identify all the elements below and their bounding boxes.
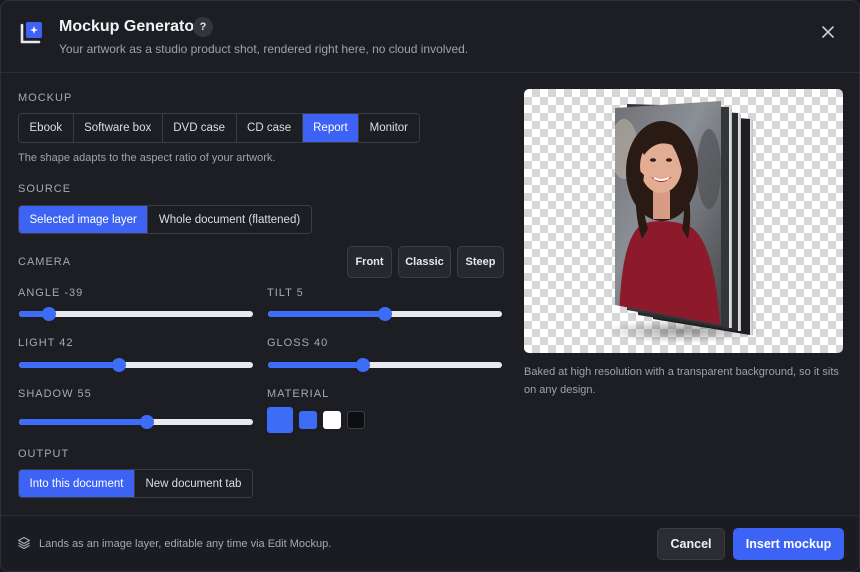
tilt-slider-fill	[268, 311, 385, 317]
output-option-new-tab[interactable]: New document tab	[134, 470, 252, 497]
gloss-slider-fill	[268, 362, 363, 368]
dialog-header: Mockup Generator ? Your artwork as a stu…	[1, 1, 859, 73]
mockup-frame-icon	[20, 22, 42, 44]
mockup-option-monitor[interactable]: Monitor	[359, 114, 419, 142]
material-swatch-black[interactable]	[347, 411, 365, 429]
close-icon	[822, 26, 834, 38]
light-slider-thumb[interactable]	[112, 358, 126, 372]
camera-section-label: CAMERA	[18, 256, 72, 268]
artwork-photo	[615, 101, 721, 325]
layers-icon	[17, 536, 31, 550]
mockup-section-label: MOCKUP	[18, 92, 73, 104]
light-slider[interactable]	[19, 357, 253, 373]
source-option-selected-layer[interactable]: Selected image layer	[19, 206, 149, 233]
output-option-this-document[interactable]: Into this document	[19, 470, 135, 497]
footer-note: Lands as an image layer, editable any ti…	[39, 538, 332, 550]
mockup-hint: The shape adapts to the aspect ratio of …	[18, 152, 276, 164]
material-swatch-selected[interactable]	[267, 407, 293, 433]
cancel-button[interactable]: Cancel	[657, 528, 725, 560]
material-label: MATERIAL	[267, 388, 330, 400]
gloss-slider[interactable]	[268, 357, 502, 373]
report-page-edge-1	[729, 107, 732, 328]
mockup-option-report[interactable]: Report	[302, 114, 360, 142]
report-page-edge-2	[738, 113, 741, 331]
mockup-preview	[524, 89, 843, 353]
mockup-option-dvd-case[interactable]: DVD case	[162, 114, 237, 142]
mockup-option-ebook[interactable]: Ebook	[19, 114, 74, 142]
report-page-edge-3	[750, 119, 753, 335]
close-button[interactable]	[817, 21, 839, 43]
material-swatch-blue[interactable]	[299, 411, 317, 429]
material-swatch-white[interactable]	[323, 411, 341, 429]
tilt-slider[interactable]	[268, 306, 502, 322]
insert-mockup-button[interactable]: Insert mockup	[733, 528, 844, 560]
gloss-label: GLOSS 40	[267, 337, 329, 349]
shadow-label: SHADOW 55	[18, 388, 92, 400]
output-section-label: OUTPUT	[18, 448, 70, 460]
source-selector: Selected image layer Whole document (fla…	[18, 205, 312, 234]
tilt-label: TILT 5	[267, 287, 304, 299]
preview-caption: Baked at high resolution with a transpar…	[524, 366, 839, 396]
tilt-slider-thumb[interactable]	[378, 307, 392, 321]
angle-slider[interactable]	[19, 306, 253, 322]
shadow-slider-fill	[19, 419, 147, 425]
source-section-label: SOURCE	[18, 183, 72, 195]
mockup-generator-dialog: Mockup Generator ? Your artwork as a stu…	[0, 0, 860, 572]
gloss-slider-thumb[interactable]	[356, 358, 370, 372]
report-mockup-render	[604, 101, 764, 343]
mockup-option-software-box[interactable]: Software box	[73, 114, 163, 142]
source-option-whole-document[interactable]: Whole document (flattened)	[148, 206, 311, 233]
camera-preset-front[interactable]: Front	[347, 246, 392, 278]
angle-slider-thumb[interactable]	[42, 307, 56, 321]
help-button[interactable]: ?	[193, 17, 213, 37]
camera-preset-steep[interactable]: Steep	[457, 246, 504, 278]
output-selector: Into this document New document tab	[18, 469, 253, 498]
dialog-subtitle: Your artwork as a studio product shot, r…	[59, 42, 469, 56]
angle-label: ANGLE -39	[18, 287, 84, 299]
light-label: LIGHT 42	[18, 337, 74, 349]
dialog-title: Mockup Generator	[59, 18, 201, 35]
mockup-type-selector: Ebook Software box DVD case CD case Repo…	[18, 113, 420, 143]
light-slider-fill	[19, 362, 119, 368]
mockup-option-cd-case[interactable]: CD case	[236, 114, 303, 142]
camera-preset-classic[interactable]: Classic	[398, 246, 451, 278]
shadow-slider[interactable]	[19, 414, 253, 430]
shadow-slider-thumb[interactable]	[140, 415, 154, 429]
